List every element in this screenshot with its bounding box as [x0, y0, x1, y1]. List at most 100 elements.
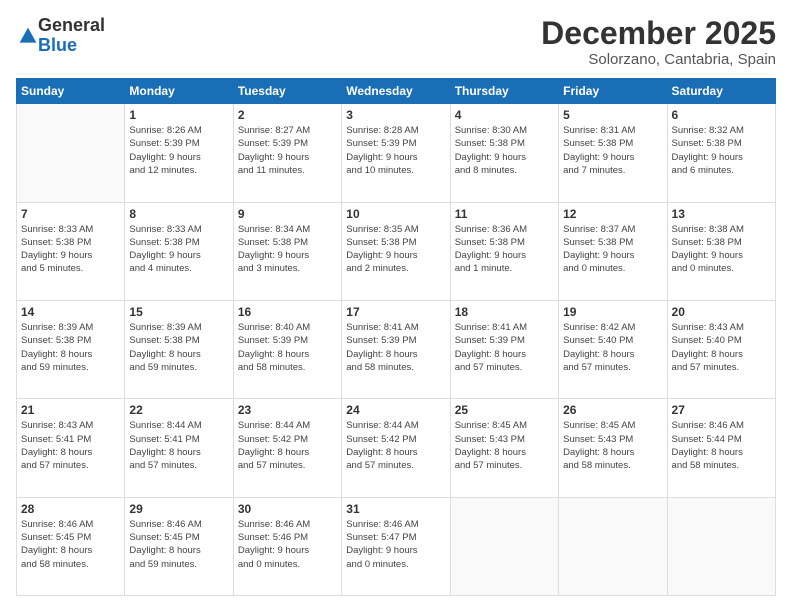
table-row: 26Sunrise: 8:45 AMSunset: 5:43 PMDayligh…: [559, 399, 667, 497]
table-row: 29 Sunrise: 8:46 AMSunset: 5:45 PMDayligh…: [125, 497, 233, 595]
day-info: Sunrise: 8:28 AMSunset: 5:39 PMDaylight:…: [346, 124, 445, 177]
table-row: 3Sunrise: 8:28 AMSunset: 5:39 PMDaylight…: [342, 104, 450, 202]
table-row: 17 Sunrise: 8:41 AMSunset: 5:39 PMDayligh…: [342, 300, 450, 398]
day-number: 22: [129, 403, 228, 417]
day-info: Sunrise: 8:34 AMSunset: 5:38 PMDaylight:…: [238, 223, 337, 276]
day-info: Sunrise: 8:31 AMSunset: 5:38 PMDaylight:…: [563, 124, 662, 177]
day-info: Sunrise: 8:33 AMSunset: 5:38 PMDaylight:…: [129, 223, 228, 276]
day-number: 1: [129, 108, 228, 122]
day-info: Sunrise: 8:40 AMSunset: 5:39 PMDaylight:…: [238, 321, 337, 374]
day-number: 13: [672, 207, 771, 221]
header-friday: Friday: [559, 79, 667, 104]
table-row: 15 Sunrise: 8:39 AMSunset: 5:38 PMDayligh…: [125, 300, 233, 398]
day-number: 7: [21, 207, 120, 221]
weekday-header-row: Sunday Monday Tuesday Wednesday Thursday…: [17, 79, 776, 104]
table-row: 8 Sunrise: 8:33 AMSunset: 5:38 PMDaylight…: [125, 202, 233, 300]
day-number: 26: [563, 403, 662, 417]
calendar-row-1: 1 Sunrise: 8:26 AMSunset: 5:39 PMDaylight…: [17, 104, 776, 202]
logo-icon: [18, 26, 38, 46]
header-wednesday: Wednesday: [342, 79, 450, 104]
table-row: 1 Sunrise: 8:26 AMSunset: 5:39 PMDaylight…: [125, 104, 233, 202]
day-number: 25: [455, 403, 554, 417]
day-number: 18: [455, 305, 554, 319]
table-row: 18 Sunrise: 8:41 AMSunset: 5:39 PMDayligh…: [450, 300, 558, 398]
logo-general: General: [38, 16, 105, 36]
table-row: 21 Sunrise: 8:43 AMSunset: 5:41 PMDayligh…: [17, 399, 125, 497]
location: Solorzano, Cantabria, Spain: [541, 51, 776, 68]
day-number: 4: [455, 108, 554, 122]
table-row: 7 Sunrise: 8:33 AMSunset: 5:38 PMDaylight…: [17, 202, 125, 300]
day-info: Sunrise: 8:43 AMSunset: 5:40 PMDaylight:…: [672, 321, 771, 374]
day-number: 28: [21, 502, 120, 516]
day-number: 29: [129, 502, 228, 516]
day-info: Sunrise: 8:44 AMSunset: 5:42 PMDaylight:…: [238, 419, 337, 472]
day-info: Sunrise: 8:42 AMSunset: 5:40 PMDaylight:…: [563, 321, 662, 374]
table-row: 16Sunrise: 8:40 AMSunset: 5:39 PMDayligh…: [233, 300, 341, 398]
table-row: 20Sunrise: 8:43 AMSunset: 5:40 PMDayligh…: [667, 300, 775, 398]
table-row: 6Sunrise: 8:32 AMSunset: 5:38 PMDaylight…: [667, 104, 775, 202]
calendar-row-3: 14 Sunrise: 8:39 AMSunset: 5:38 PMDayligh…: [17, 300, 776, 398]
table-row: 5 Sunrise: 8:31 AMSunset: 5:38 PMDaylight…: [559, 104, 667, 202]
day-number: 19: [563, 305, 662, 319]
day-info: Sunrise: 8:44 AMSunset: 5:41 PMDaylight:…: [129, 419, 228, 472]
day-number: 2: [238, 108, 337, 122]
day-info: Sunrise: 8:27 AMSunset: 5:39 PMDaylight:…: [238, 124, 337, 177]
day-number: 9: [238, 207, 337, 221]
day-number: 21: [21, 403, 120, 417]
table-row: 23 Sunrise: 8:44 AMSunset: 5:42 PMDayligh…: [233, 399, 341, 497]
day-info: Sunrise: 8:26 AMSunset: 5:39 PMDaylight:…: [129, 124, 228, 177]
header-thursday: Thursday: [450, 79, 558, 104]
calendar-row-2: 7 Sunrise: 8:33 AMSunset: 5:38 PMDaylight…: [17, 202, 776, 300]
table-row: 9 Sunrise: 8:34 AMSunset: 5:38 PMDaylight…: [233, 202, 341, 300]
day-info: Sunrise: 8:43 AMSunset: 5:41 PMDaylight:…: [21, 419, 120, 472]
table-row: [667, 497, 775, 595]
day-info: Sunrise: 8:38 AMSunset: 5:38 PMDaylight:…: [672, 223, 771, 276]
table-row: [450, 497, 558, 595]
table-row: 30Sunrise: 8:46 AMSunset: 5:46 PMDayligh…: [233, 497, 341, 595]
day-info: Sunrise: 8:36 AMSunset: 5:38 PMDaylight:…: [455, 223, 554, 276]
day-number: 30: [238, 502, 337, 516]
table-row: 27 Sunrise: 8:46 AMSunset: 5:44 PMDayligh…: [667, 399, 775, 497]
calendar-row-4: 21 Sunrise: 8:43 AMSunset: 5:41 PMDayligh…: [17, 399, 776, 497]
day-number: 31: [346, 502, 445, 516]
table-row: 4Sunrise: 8:30 AMSunset: 5:38 PMDaylight…: [450, 104, 558, 202]
day-info: Sunrise: 8:41 AMSunset: 5:39 PMDaylight:…: [346, 321, 445, 374]
table-row: [559, 497, 667, 595]
table-row: 14 Sunrise: 8:39 AMSunset: 5:38 PMDayligh…: [17, 300, 125, 398]
header-saturday: Saturday: [667, 79, 775, 104]
day-info: Sunrise: 8:39 AMSunset: 5:38 PMDaylight:…: [129, 321, 228, 374]
day-info: Sunrise: 8:37 AMSunset: 5:38 PMDaylight:…: [563, 223, 662, 276]
day-info: Sunrise: 8:39 AMSunset: 5:38 PMDaylight:…: [21, 321, 120, 374]
header: General Blue December 2025 Solorzano, Ca…: [16, 16, 776, 68]
day-number: 23: [238, 403, 337, 417]
day-number: 6: [672, 108, 771, 122]
day-info: Sunrise: 8:35 AMSunset: 5:38 PMDaylight:…: [346, 223, 445, 276]
page: General Blue December 2025 Solorzano, Ca…: [0, 0, 792, 612]
day-number: 15: [129, 305, 228, 319]
table-row: 25Sunrise: 8:45 AMSunset: 5:43 PMDayligh…: [450, 399, 558, 497]
table-row: 13 Sunrise: 8:38 AMSunset: 5:38 PMDayligh…: [667, 202, 775, 300]
day-info: Sunrise: 8:46 AMSunset: 5:45 PMDaylight:…: [129, 518, 228, 571]
table-row: 19 Sunrise: 8:42 AMSunset: 5:40 PMDayligh…: [559, 300, 667, 398]
title-section: December 2025 Solorzano, Cantabria, Spai…: [541, 16, 776, 68]
day-number: 8: [129, 207, 228, 221]
table-row: 11 Sunrise: 8:36 AMSunset: 5:38 PMDayligh…: [450, 202, 558, 300]
day-number: 17: [346, 305, 445, 319]
day-number: 14: [21, 305, 120, 319]
day-number: 24: [346, 403, 445, 417]
day-number: 5: [563, 108, 662, 122]
day-info: Sunrise: 8:46 AMSunset: 5:47 PMDaylight:…: [346, 518, 445, 571]
day-info: Sunrise: 8:41 AMSunset: 5:39 PMDaylight:…: [455, 321, 554, 374]
day-number: 27: [672, 403, 771, 417]
table-row: 10Sunrise: 8:35 AMSunset: 5:38 PMDayligh…: [342, 202, 450, 300]
header-tuesday: Tuesday: [233, 79, 341, 104]
day-info: Sunrise: 8:33 AMSunset: 5:38 PMDaylight:…: [21, 223, 120, 276]
table-row: 28Sunrise: 8:46 AMSunset: 5:45 PMDayligh…: [17, 497, 125, 595]
calendar-row-5: 28 Sunrise: 8:46 AMSunset: 5:45 PMDayligh…: [17, 497, 776, 595]
day-info: Sunrise: 8:44 AMSunset: 5:42 PMDaylight:…: [346, 419, 445, 472]
day-info: Sunrise: 8:46 AMSunset: 5:44 PMDaylight:…: [672, 419, 771, 472]
day-number: 11: [455, 207, 554, 221]
table-row: 31 Sunrise: 8:46 AMSunset: 5:47 PMDayligh…: [342, 497, 450, 595]
logo-blue: Blue: [38, 36, 105, 56]
table-row: 2 Sunrise: 8:27 AMSunset: 5:39 PMDaylight…: [233, 104, 341, 202]
